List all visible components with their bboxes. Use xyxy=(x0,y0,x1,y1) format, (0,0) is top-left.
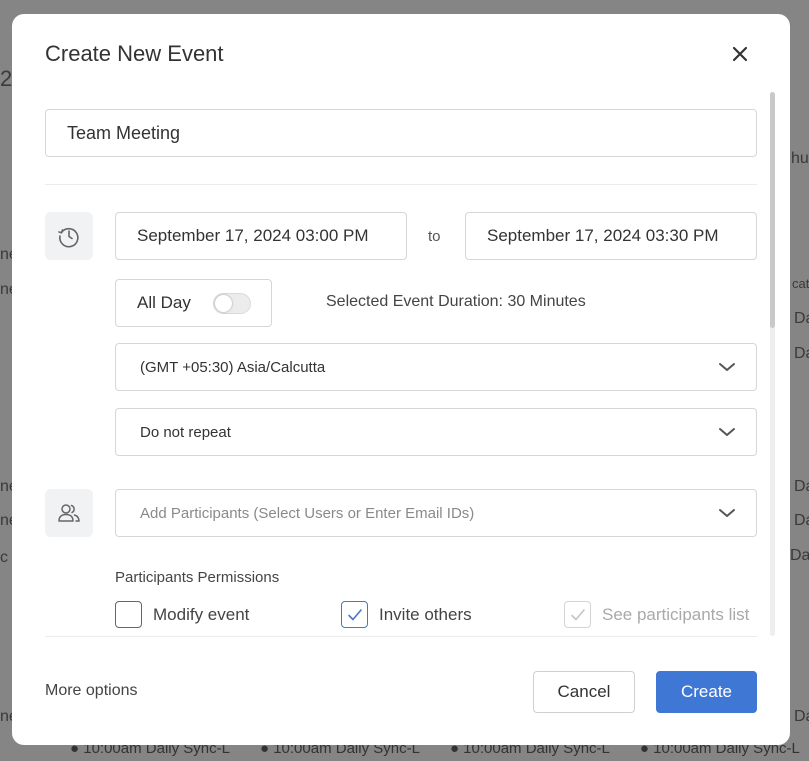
participants-placeholder: Add Participants (Select Users or Enter … xyxy=(140,504,475,522)
checkbox-box[interactable] xyxy=(115,601,142,628)
checkbox-label: Modify event xyxy=(153,604,250,624)
create-button[interactable]: Create xyxy=(656,671,757,713)
cancel-button[interactable]: Cancel xyxy=(533,671,635,713)
toggle-knob xyxy=(215,295,232,312)
dialog-title: Create New Event xyxy=(45,41,224,66)
bg-fragment: Da xyxy=(794,708,809,725)
chevron-down-icon xyxy=(719,509,735,517)
all-day-control: All Day xyxy=(115,279,272,327)
participants-select[interactable]: Add Participants (Select Users or Enter … xyxy=(115,489,757,537)
bg-fragment: hu xyxy=(791,150,809,167)
participants-icon-badge xyxy=(45,489,93,537)
create-event-dialog: Create New Event Team Meeting September … xyxy=(12,14,790,745)
all-day-label: All Day xyxy=(137,293,191,312)
modify-event-checkbox[interactable]: Modify event xyxy=(115,601,249,628)
event-duration-text: Selected Event Duration: 30 Minutes xyxy=(326,293,586,310)
timezone-value: (GMT +05:30) Asia/Calcutta xyxy=(140,358,326,376)
invite-others-checkbox[interactable]: Invite others xyxy=(341,601,472,628)
event-title-input[interactable]: Team Meeting xyxy=(45,109,757,157)
clock-icon-badge xyxy=(45,212,93,260)
bg-fragment: Da xyxy=(794,512,809,529)
bg-fragment: cat xyxy=(792,276,809,291)
more-options-link[interactable]: More options xyxy=(45,682,138,700)
permissions-label: Participants Permissions xyxy=(115,569,280,586)
scrollbar[interactable] xyxy=(770,92,775,636)
start-datetime-field[interactable]: September 17, 2024 03:00 PM xyxy=(115,212,407,260)
all-day-toggle[interactable] xyxy=(213,293,251,314)
repeat-value: Do not repeat xyxy=(140,423,231,441)
timezone-select[interactable]: (GMT +05:30) Asia/Calcutta xyxy=(115,343,757,391)
bg-fragment: Da xyxy=(794,345,809,362)
check-icon xyxy=(347,608,362,620)
repeat-select[interactable]: Do not repeat xyxy=(115,408,757,456)
see-participants-checkbox: See participants list xyxy=(564,601,749,628)
checkbox-box[interactable] xyxy=(341,601,368,628)
clock-history-icon xyxy=(58,227,79,248)
checkbox-label: Invite others xyxy=(379,604,472,624)
close-button[interactable] xyxy=(728,42,752,66)
chevron-down-icon xyxy=(719,428,735,436)
checkbox-label: See participants list xyxy=(602,604,750,624)
end-datetime-field[interactable]: September 17, 2024 03:30 PM xyxy=(465,212,757,260)
footer-divider xyxy=(45,636,757,637)
users-icon xyxy=(58,504,80,522)
divider xyxy=(45,184,757,185)
bg-fragment: Dai xyxy=(790,547,809,564)
close-icon xyxy=(732,46,748,62)
scrollbar-thumb[interactable] xyxy=(770,92,775,328)
bg-fragment: Da xyxy=(794,310,809,327)
to-label: to xyxy=(428,228,441,245)
bg-fragment: 2 xyxy=(0,66,13,91)
chevron-down-icon xyxy=(719,363,735,371)
check-icon xyxy=(570,608,585,620)
checkbox-box xyxy=(564,601,591,628)
bg-fragment: Da xyxy=(794,478,809,495)
